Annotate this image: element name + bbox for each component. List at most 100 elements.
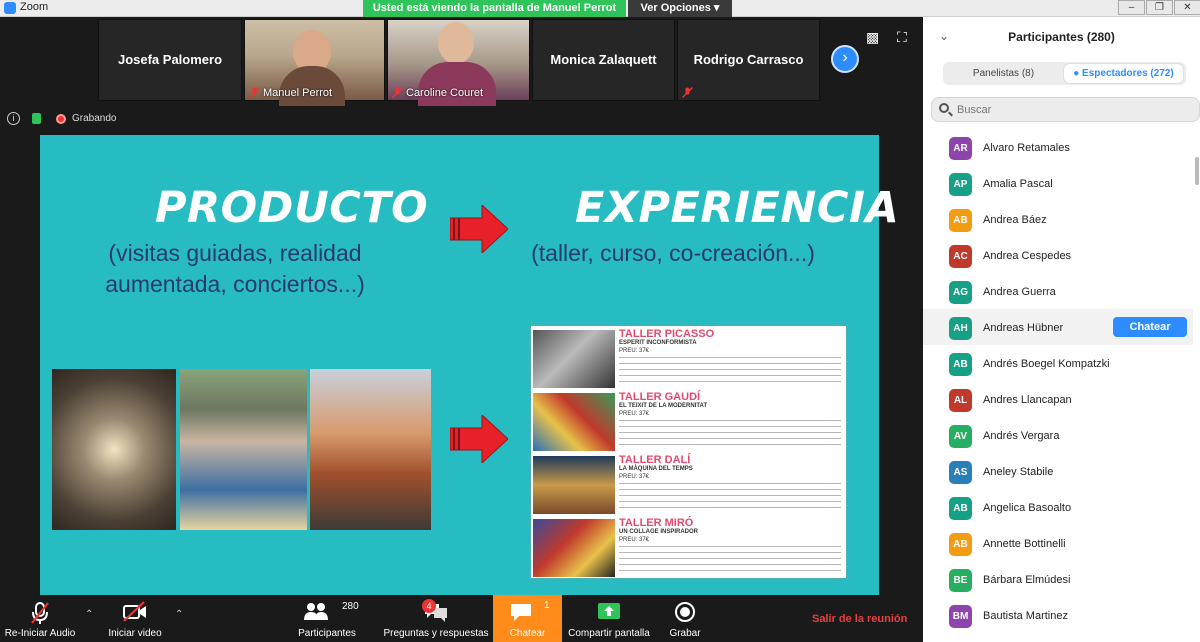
video-person (438, 22, 474, 64)
gallery-layout-icon[interactable]: ▩ (866, 29, 882, 45)
recording-icon (56, 114, 66, 124)
brochure-item-title: TALLER PICASSO (619, 328, 715, 340)
next-page-arrow-icon[interactable]: › (831, 45, 859, 73)
view-options-label: Ver Opciones (640, 2, 711, 14)
list-item[interactable]: AB Andrea Báez (923, 201, 1193, 237)
chat-with-participant-button[interactable]: Chatear (1113, 317, 1187, 337)
participant-name: Andres Llancapan (983, 394, 1072, 406)
record-icon (675, 602, 695, 622)
lock-icon[interactable] (32, 113, 41, 124)
participant-name: Aneley Stabile (983, 466, 1054, 478)
list-item[interactable]: AP Amalia Pascal (923, 165, 1193, 201)
audio-button[interactable]: Re-Iniciar Audio (0, 595, 80, 642)
list-item[interactable]: BM Bautista Martinez (923, 597, 1193, 633)
slide-left-subtitle-1: (visitas guiadas, realidad (108, 240, 362, 266)
panel-title: Participantes (280) (1008, 30, 1115, 44)
video-options-caret-icon[interactable]: ⌃ (175, 609, 183, 620)
brochure-item: TALLER MIRÓ UN COLLAGE INSPIRADOR PREU: … (531, 517, 846, 578)
participant-tile[interactable]: Josefa Palomero (98, 19, 242, 101)
video-button[interactable]: Iniciar video (100, 595, 170, 642)
window-titlebar: Zoom Usted está viendo la pantalla de Ma… (0, 0, 1200, 17)
participants-count: 280 (342, 601, 359, 612)
brochure-item-text (619, 420, 841, 448)
participant-name: Andreas Hübner (983, 322, 1064, 334)
list-item[interactable]: AV Andrés Vergara (923, 417, 1193, 453)
brochure-image (533, 330, 615, 388)
audio-button-label: Re-Iniciar Audio (4, 628, 76, 639)
participants-panel: ⌄ Participantes (280) Panelistas (8) ● E… (923, 17, 1200, 642)
brochure-item-title: TALLER GAUDÍ (619, 391, 701, 403)
tile-name: Josefa Palomero (117, 52, 223, 67)
qa-button[interactable]: 4 Preguntas y respuestas (380, 595, 492, 642)
list-item[interactable]: AC Andrea Cespedes (923, 237, 1193, 273)
brochure-item: TALLER DALÍ LA MÀQUINA DEL TEMPS PREU: 3… (531, 454, 846, 516)
tab-viewers[interactable]: ● Espectadores (272) (1064, 64, 1183, 83)
participant-name: Bautista Martinez (983, 610, 1068, 622)
restore-icon[interactable]: ❐ (1146, 0, 1173, 15)
audio-options-caret-icon[interactable]: ⌃ (85, 609, 93, 620)
slide-left-title: PRODUCTO (155, 183, 429, 233)
brochure-item-text (619, 357, 841, 385)
participant-tile-video[interactable]: Manuel Perrot (244, 19, 385, 106)
video-button-label: Iniciar video (108, 628, 162, 639)
share-screen-button[interactable]: Compartir pantalla (563, 595, 655, 642)
list-item[interactable]: AS Aneley Stabile (923, 453, 1193, 489)
participants-button[interactable]: 280 Participantes (290, 595, 364, 642)
meeting-toolbar: Re-Iniciar Audio ⌃ Iniciar video ⌃ 280 P… (0, 595, 923, 642)
info-icon[interactable]: i (7, 112, 20, 125)
slide-left-subtitle-2: aumentada, conciertos...) (105, 271, 365, 297)
avatar: AL (949, 389, 972, 412)
meeting-area: Josefa Palomero Manuel Perrot Caroline C… (0, 17, 923, 595)
list-item[interactable]: AL Andres Llancapan (923, 381, 1193, 417)
list-item[interactable]: AB Angelica Basoalto (923, 489, 1193, 525)
red-arrow-icon (450, 205, 508, 253)
tile-name: Manuel Perrot (263, 87, 333, 99)
recording-label: Grabando (72, 113, 117, 124)
participant-tile[interactable]: Rodrigo Carrasco (677, 19, 820, 101)
photo-sagrada-familia (52, 369, 176, 530)
tab-panelists[interactable]: Panelistas (8) (946, 64, 1061, 83)
photo-casa-batllo (310, 369, 431, 530)
video-off-icon (123, 601, 146, 622)
muted-mic-icon (249, 87, 260, 98)
chat-button[interactable]: 1 Chatear (493, 595, 562, 642)
brochure-item-price: PREU: 37€ (619, 411, 650, 417)
gallery-strip: Josefa Palomero Manuel Perrot Caroline C… (98, 19, 820, 106)
list-item[interactable]: AB Andrés Boegel Kompatzki (923, 345, 1193, 381)
avatar: BM (949, 605, 972, 628)
workshop-brochure: TALLER PICASSO ESPERIT INCONFORMISTA PRE… (531, 326, 846, 578)
list-item[interactable]: AG Andrea Guerra (923, 273, 1193, 309)
slide-right-subtitle: (taller, curso, co-creación...) (531, 240, 815, 266)
muted-mic-icon (31, 602, 49, 624)
chat-icon (510, 604, 531, 621)
participants-button-label: Participantes (298, 628, 356, 639)
share-screen-button-label: Compartir pantalla (568, 628, 650, 639)
participant-tile-video[interactable]: Caroline Couret (387, 19, 530, 106)
avatar: AB (949, 353, 972, 376)
list-item[interactable]: AR Alvaro Retamales (923, 129, 1193, 165)
participant-name: Amalia Pascal (983, 178, 1053, 190)
brochure-item-subtitle: UN COLLAGE INSPIRADOR (619, 529, 699, 535)
qa-button-label: Preguntas y respuestas (383, 628, 489, 639)
leave-meeting-button[interactable]: Salir de la reunión (812, 613, 907, 625)
list-item[interactable]: AB Annette Bottinelli (923, 525, 1193, 561)
participant-name: Andrea Guerra (983, 286, 1056, 298)
close-icon[interactable]: ✕ (1174, 0, 1200, 15)
participant-list-scrollbar[interactable] (1195, 157, 1199, 185)
minimize-icon[interactable]: – (1118, 0, 1145, 15)
brochure-item-title: TALLER DALÍ (619, 454, 691, 466)
list-item[interactable]: AH Andreas Hübner Chatear (923, 309, 1193, 345)
view-options-button[interactable]: Ver Opciones ▾ (628, 0, 732, 17)
viewers-tab-icon: ● (1073, 68, 1080, 79)
search-input[interactable] (957, 101, 1187, 119)
participant-name: Bárbara Elmúdesi (983, 574, 1071, 586)
participant-name: Angelica Basoalto (983, 502, 1072, 514)
record-button[interactable]: Grabar (662, 595, 708, 642)
avatar: AB (949, 533, 972, 556)
list-item[interactable]: BE Bárbara Elmúdesi (923, 561, 1193, 597)
fullscreen-icon[interactable]: ⛶ (897, 29, 913, 45)
avatar: AH (949, 317, 972, 340)
search-box (931, 97, 1200, 122)
avatar: AC (949, 245, 972, 268)
participant-tile[interactable]: Monica Zalaquett (532, 19, 675, 101)
